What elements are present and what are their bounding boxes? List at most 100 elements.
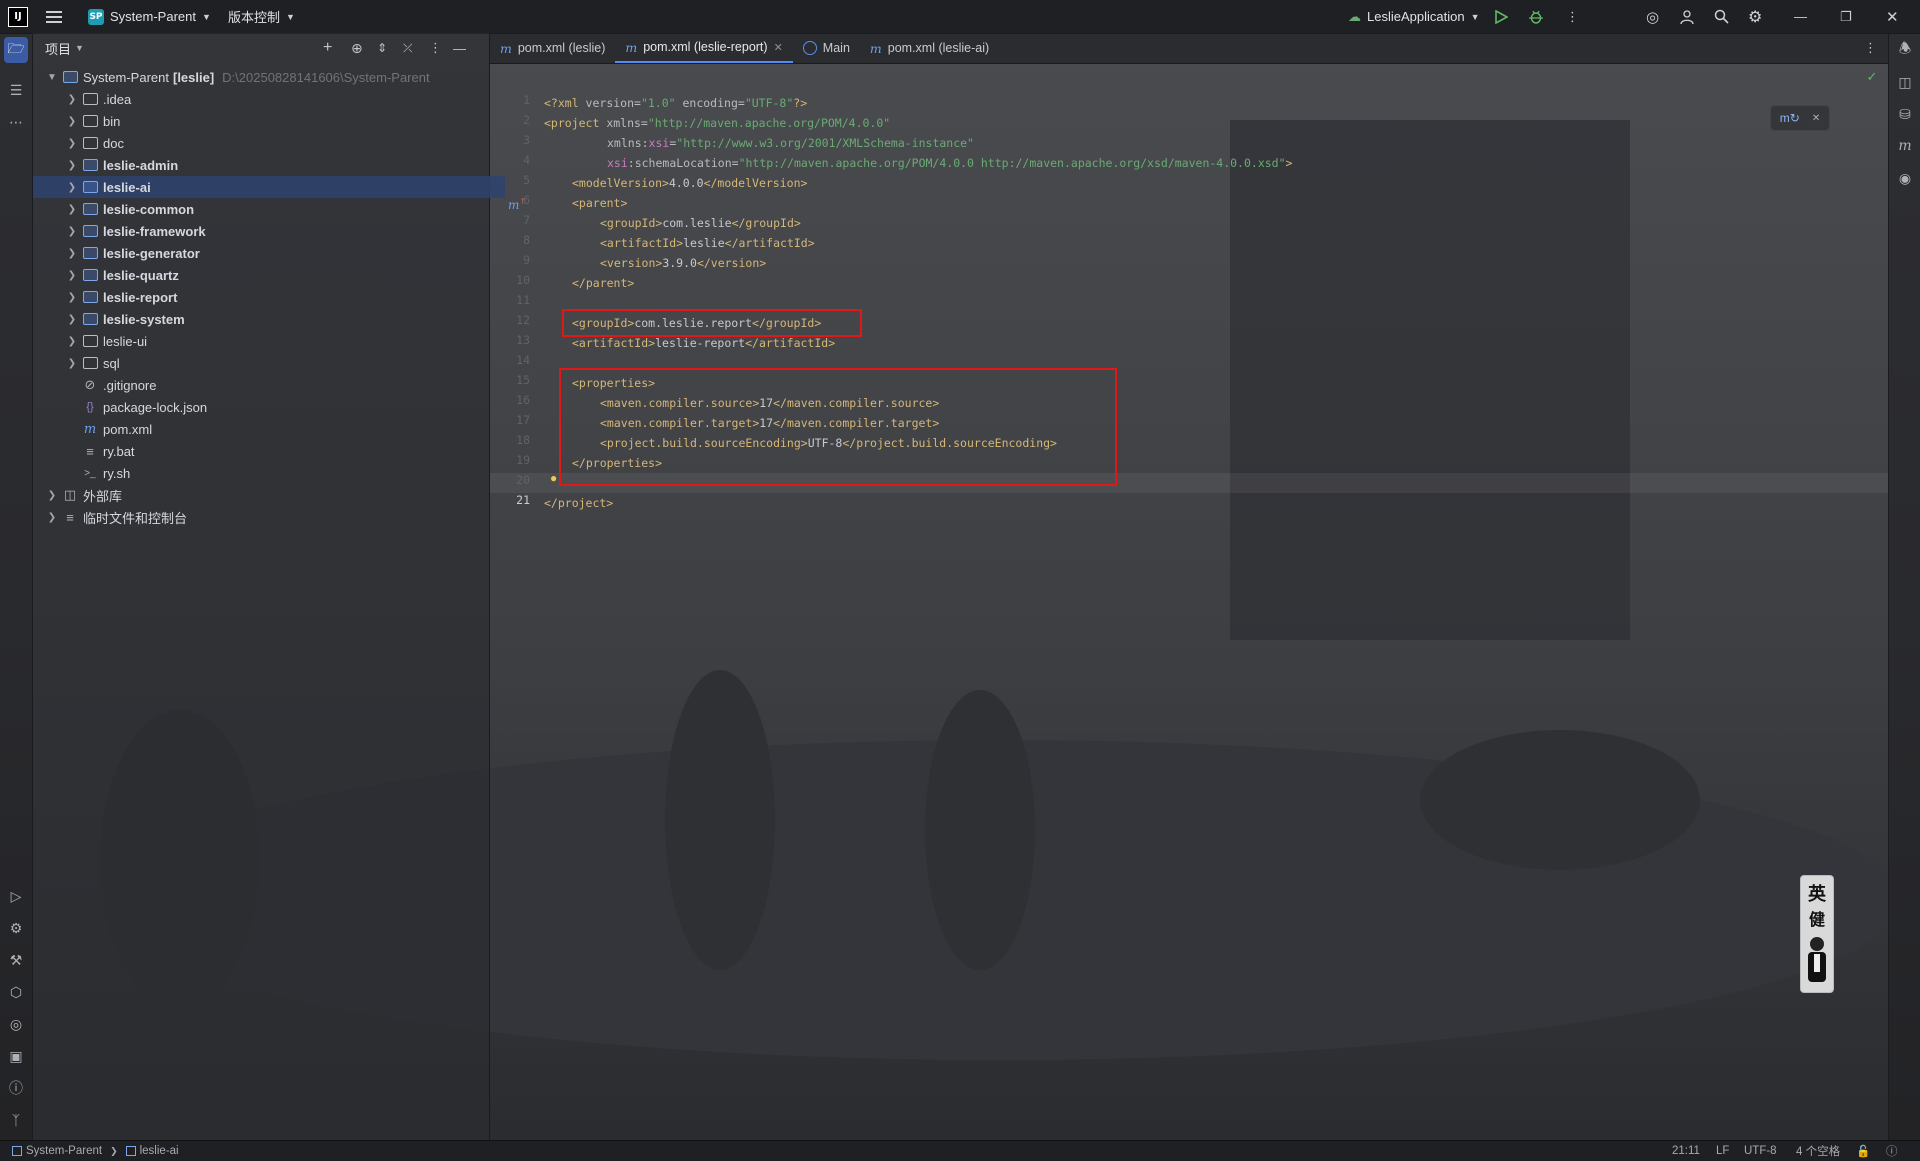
project-panel-title[interactable]: 项目: [45, 39, 71, 58]
tree-item[interactable]: ❯ leslie-ui: [33, 330, 505, 352]
file-encoding[interactable]: UTF-8: [1744, 1141, 1777, 1161]
editor-tab[interactable]: m pom.xml (leslie): [490, 33, 615, 63]
code-line: xsi:schemaLocation="http://maven.apache.…: [607, 156, 1293, 170]
editor-tab[interactable]: m pom.xml (leslie-ai): [860, 33, 999, 63]
badge-char: 健: [1808, 910, 1825, 929]
tree-item[interactable]: ❯ leslie-common: [33, 198, 505, 220]
vcs-menu[interactable]: 版本控制 ▼: [228, 0, 295, 33]
minimize-button[interactable]: —: [1794, 0, 1807, 33]
indent-setting[interactable]: 4 个空格: [1796, 1141, 1840, 1161]
debug-button[interactable]: [1528, 0, 1544, 33]
collapse-all-icon[interactable]: ⤫: [403, 41, 413, 56]
tree-item[interactable]: m pom.xml: [33, 418, 519, 440]
app-logo[interactable]: IJ: [8, 0, 28, 33]
close-icon[interactable]: ✕: [1812, 113, 1820, 124]
tree-item[interactable]: ❯ leslie-quartz: [33, 264, 505, 286]
structure-tool-button[interactable]: ☰: [0, 77, 32, 103]
module-icon: [12, 1146, 22, 1156]
restore-button[interactable]: ❐: [1840, 0, 1852, 33]
run-button[interactable]: [1494, 0, 1508, 33]
tree-item-label: doc: [103, 135, 124, 151]
tree-scratches[interactable]: ❯ ≡ 临时文件和控制台: [33, 506, 485, 528]
services-tool-button[interactable]: ⬡: [0, 979, 32, 1005]
tree-item[interactable]: ❯ bin: [33, 110, 505, 132]
ai-chat-button[interactable]: ◫: [1889, 69, 1920, 95]
library-icon: ◫: [63, 487, 77, 502]
tree-item-label: leslie-admin: [103, 157, 179, 173]
right-tool-strip: 🕭 ◫ ⛁ m ◉: [1888, 33, 1920, 1140]
run-config-selector[interactable]: ☁ LeslieApplication ▼: [1348, 0, 1480, 33]
project-switcher[interactable]: SP System-Parent ▼: [88, 0, 211, 33]
event-log-button[interactable]: ⓘ: [1886, 1141, 1898, 1161]
project-tool-button[interactable]: 🗁: [4, 37, 28, 63]
code-line: <?xml version="1.0" encoding="UTF-8"?>: [544, 96, 808, 110]
notifications-button[interactable]: 🕭: [1889, 37, 1920, 63]
tree-item-label: pom.xml: [103, 421, 153, 437]
breadcrumb-root[interactable]: System-Parent: [26, 1145, 102, 1157]
run-tool-button[interactable]: ▷: [0, 883, 32, 909]
chevron-right-icon: ❯: [67, 269, 77, 281]
bug-icon: ⚙: [9, 919, 23, 936]
hide-panel-icon[interactable]: —: [453, 41, 466, 56]
inspection-ok-icon[interactable]: ✓: [1862, 67, 1882, 87]
more-actions-button[interactable]: ⋮: [1566, 0, 1579, 33]
line-separator[interactable]: LF: [1716, 1141, 1729, 1161]
tree-item[interactable]: >_ ry.sh: [33, 462, 519, 484]
tree-item[interactable]: ❯ doc: [33, 132, 505, 154]
ai-assistant-button[interactable]: ◎: [1646, 0, 1659, 33]
more-tools-button[interactable]: ⋯: [0, 109, 32, 135]
endpoints-tool-button[interactable]: ◎: [0, 1011, 32, 1037]
tree-item[interactable]: ≡ ry.bat: [33, 440, 519, 462]
database-button[interactable]: ⛁: [1889, 101, 1920, 127]
tab-options-icon[interactable]: ⋮: [1864, 40, 1877, 56]
tree-item[interactable]: ❯ sql: [33, 352, 505, 374]
settings-button[interactable]: ⚙: [1748, 0, 1762, 33]
tree-item[interactable]: ❯ leslie-system: [33, 308, 505, 330]
git-tool-button[interactable]: ᛉ: [0, 1107, 32, 1133]
maven-parent-gutter-icon[interactable]: m↑: [508, 197, 526, 212]
tree-item[interactable]: ❯ leslie-framework: [33, 220, 505, 242]
code-line: <groupId>com.leslie</groupId>: [600, 216, 801, 230]
folder-icon: 🗁: [7, 40, 25, 56]
caret-position[interactable]: 21:11: [1672, 1141, 1700, 1161]
lightbulb-icon[interactable]: ●: [550, 471, 557, 485]
more-vertical-icon[interactable]: ⋮: [429, 40, 442, 56]
close-window-button[interactable]: ✕: [1886, 0, 1899, 33]
reload-maven-icon[interactable]: m↻: [1780, 111, 1800, 125]
tree-item[interactable]: ❯ leslie-admin: [33, 154, 505, 176]
search-icon: [1714, 9, 1729, 24]
run-config-icon: ☁: [1348, 8, 1361, 24]
terminal-tool-button[interactable]: ▣: [0, 1043, 32, 1069]
caret-position-label: 21:11: [1672, 1145, 1700, 1157]
problems-tool-button[interactable]: ⓘ: [0, 1075, 32, 1101]
locate-icon[interactable]: ⊕: [351, 40, 363, 57]
hamburger-menu-icon: [46, 10, 62, 23]
tree-root[interactable]: ▼ System-Parent [leslie] D:\202508281416…: [33, 66, 485, 88]
tree-item[interactable]: ❯ .idea: [33, 88, 505, 110]
tree-item-selected[interactable]: ❯ leslie-ai: [33, 176, 505, 198]
search-everywhere-button[interactable]: [1714, 0, 1729, 33]
maven-button[interactable]: m: [1889, 133, 1920, 159]
tree-item[interactable]: {} package-lock.json: [33, 396, 519, 418]
editor-tab[interactable]: Main: [793, 33, 860, 63]
tree-external-libraries[interactable]: ❯ ◫ 外部库: [33, 484, 485, 506]
account-button[interactable]: [1680, 0, 1696, 33]
expand-all-icon[interactable]: ⇕: [377, 41, 387, 55]
build-tool-button[interactable]: ⚒: [0, 947, 32, 973]
tree-item-label: ry.sh: [103, 465, 131, 481]
main-menu-button[interactable]: [46, 0, 62, 33]
breadcrumb-module[interactable]: leslie-ai: [140, 1145, 179, 1157]
tree-item[interactable]: ⊘ .gitignore: [33, 374, 519, 396]
debug-tool-button[interactable]: ⚙: [0, 915, 32, 941]
close-tab-icon[interactable]: ✕: [774, 41, 783, 54]
tree-item[interactable]: ❯ leslie-report: [33, 286, 505, 308]
copilot-button[interactable]: ◉: [1889, 165, 1920, 191]
new-file-icon[interactable]: +: [323, 39, 332, 57]
floating-toolbar[interactable]: m↻ ✕: [1770, 105, 1830, 131]
read-only-toggle[interactable]: 🔓: [1856, 1141, 1870, 1161]
endpoint-icon: ◎: [9, 1015, 23, 1032]
editor-tab-active[interactable]: m pom.xml (leslie-report) ✕: [615, 33, 793, 63]
chevron-right-icon: ❯: [67, 159, 77, 171]
play-icon: [1495, 9, 1508, 24]
tree-item[interactable]: ❯ leslie-generator: [33, 242, 505, 264]
